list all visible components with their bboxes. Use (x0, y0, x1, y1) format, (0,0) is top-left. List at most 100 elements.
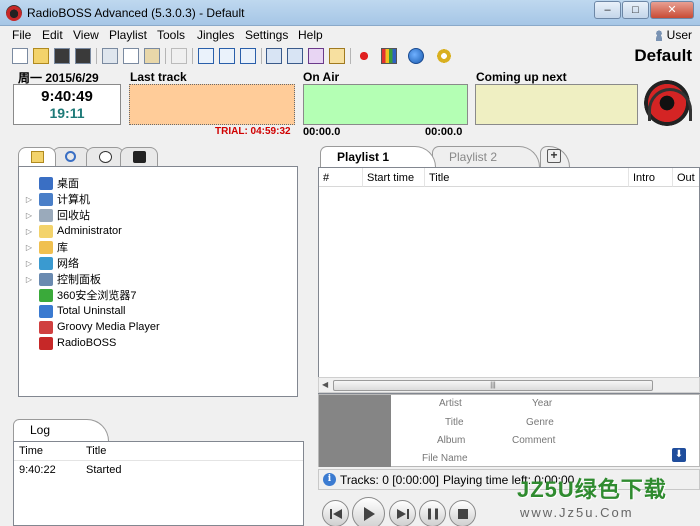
next-button[interactable] (389, 500, 416, 526)
menu-edit[interactable]: Edit (42, 28, 63, 42)
stop-icon (457, 508, 468, 519)
log-row-time: 9:40:22 (19, 464, 56, 476)
cut-icon[interactable] (102, 48, 118, 64)
tree-item[interactable]: 360安全浏览器7 (19, 287, 136, 303)
save-icon[interactable] (54, 48, 70, 64)
computer-icon (39, 192, 53, 206)
menu-jingles[interactable]: Jingles (197, 28, 234, 42)
speaker-logo-icon (644, 80, 692, 126)
tracks-count: Tracks: 0 [0:00:00] (340, 472, 439, 487)
tab-folders[interactable] (18, 147, 56, 166)
tab-log[interactable]: Log (13, 419, 109, 441)
tree-item[interactable]: Total Uninstall (19, 303, 125, 319)
column-intro[interactable]: Intro (629, 168, 673, 187)
pause-button[interactable] (419, 500, 446, 526)
record-icon[interactable] (356, 48, 372, 64)
last-track-panel[interactable] (129, 84, 295, 125)
toolbar (0, 45, 700, 67)
log-panel: Time Title 9:40:22 Started (13, 441, 304, 526)
explorer-tabs (18, 147, 158, 166)
add-url-icon[interactable] (329, 48, 345, 64)
tree-item[interactable]: ▷ 回收站 (19, 207, 90, 223)
tab-playlist-1[interactable]: Playlist 1 (320, 146, 436, 167)
album-cover (319, 395, 391, 467)
tree-item[interactable]: 桌面 (19, 175, 79, 191)
tree-item[interactable]: ▷ 控制面板 (19, 271, 101, 287)
new-icon[interactable] (12, 48, 28, 64)
library-icon (39, 240, 53, 254)
layout-3-icon[interactable] (240, 48, 256, 64)
tree-item[interactable]: ▷ Administrator (19, 223, 122, 239)
copy-icon[interactable] (123, 48, 139, 64)
settings-icon[interactable] (436, 48, 452, 64)
download-icon[interactable]: ⬇ (672, 448, 686, 462)
scroll-left-icon[interactable]: ◀ (322, 380, 328, 389)
minimize-button[interactable]: – (594, 1, 621, 19)
toolbar-separator (165, 48, 166, 64)
expand-arrow-icon[interactable]: ▷ (19, 275, 39, 284)
column-start-time[interactable]: Start time (363, 168, 425, 187)
tab-device[interactable] (120, 147, 158, 166)
menu-file[interactable]: File (12, 28, 31, 42)
expand-arrow-icon[interactable]: ▷ (19, 195, 39, 204)
radioboss-app-icon (6, 5, 22, 21)
log-column-title[interactable]: Title (86, 445, 106, 457)
add-folder-icon[interactable] (308, 48, 324, 64)
maximize-button[interactable]: □ (622, 1, 649, 19)
menu-help[interactable]: Help (298, 28, 323, 42)
layout-1-icon[interactable] (198, 48, 214, 64)
watermark-url: www.Jz5u.Com (520, 505, 634, 520)
user-folder-icon (39, 224, 53, 238)
coming-up-panel[interactable] (475, 84, 638, 125)
undo-icon[interactable] (171, 48, 187, 64)
tab-search[interactable] (52, 147, 90, 166)
layout-2-icon[interactable] (219, 48, 235, 64)
playlist-horizontal-scrollbar[interactable]: ◀ ||| (318, 377, 700, 393)
user-menu[interactable]: User (653, 28, 692, 42)
menu-playlist[interactable]: Playlist (109, 28, 147, 42)
tab-history[interactable] (86, 147, 124, 166)
column-out[interactable]: Out (673, 168, 699, 187)
remaining-time: 19:11 (49, 105, 85, 121)
tree-item[interactable]: RadioBOSS (19, 335, 116, 351)
expand-arrow-icon[interactable]: ▷ (19, 227, 39, 236)
file-explorer-tree[interactable]: 桌面 ▷ 计算机 ▷ 回收站 ▷ Administrator ▷ 库 ▷ 网络 ▷ 控制面板 360安全浏… (18, 166, 298, 397)
column-number[interactable]: # (319, 168, 363, 187)
add-playlist-icon[interactable] (287, 48, 303, 64)
tab-playlist-2[interactable]: Playlist 2 (432, 146, 540, 167)
add-track-icon[interactable] (266, 48, 282, 64)
expand-arrow-icon[interactable]: ▷ (19, 211, 39, 220)
tree-item[interactable]: ▷ 计算机 (19, 191, 90, 207)
window-controls: – □ ✕ (594, 1, 694, 19)
watermark-brand: JZ5U绿色下载 (517, 477, 667, 502)
globe-icon[interactable] (408, 48, 424, 64)
previous-button[interactable] (322, 500, 349, 526)
on-air-panel[interactable] (303, 84, 468, 125)
tree-item[interactable]: ▷ 库 (19, 239, 68, 255)
info-icon: i (323, 473, 336, 486)
time-left: 00:00.0 (425, 126, 463, 138)
expand-arrow-icon[interactable]: ▷ (19, 259, 39, 268)
equalizer-icon[interactable] (381, 48, 397, 64)
last-track-label: Last track (130, 70, 187, 84)
menu-view[interactable]: View (73, 28, 99, 42)
paste-icon[interactable] (144, 48, 160, 64)
tree-item[interactable]: ▷ 网络 (19, 255, 79, 271)
add-playlist-tab[interactable]: + (540, 146, 570, 167)
menu-tools[interactable]: Tools (157, 28, 185, 42)
open-icon[interactable] (33, 48, 49, 64)
save-as-icon[interactable] (75, 48, 91, 64)
title-label: Title (445, 417, 464, 428)
play-button[interactable] (352, 497, 385, 526)
log-column-time[interactable]: Time (19, 445, 43, 457)
expand-arrow-icon[interactable]: ▷ (19, 243, 39, 252)
elapsed-time: 00:00.0 (303, 126, 341, 138)
menu-settings[interactable]: Settings (245, 28, 288, 42)
close-button[interactable]: ✕ (650, 1, 694, 19)
playlist-grid[interactable]: # Start time Title Intro Out (318, 167, 700, 394)
column-title[interactable]: Title (425, 168, 629, 187)
tree-item[interactable]: Groovy Media Player (19, 319, 160, 335)
stop-button[interactable] (449, 500, 476, 526)
on-air-label: On Air (303, 70, 340, 84)
scrollbar-thumb[interactable]: ||| (333, 380, 653, 391)
